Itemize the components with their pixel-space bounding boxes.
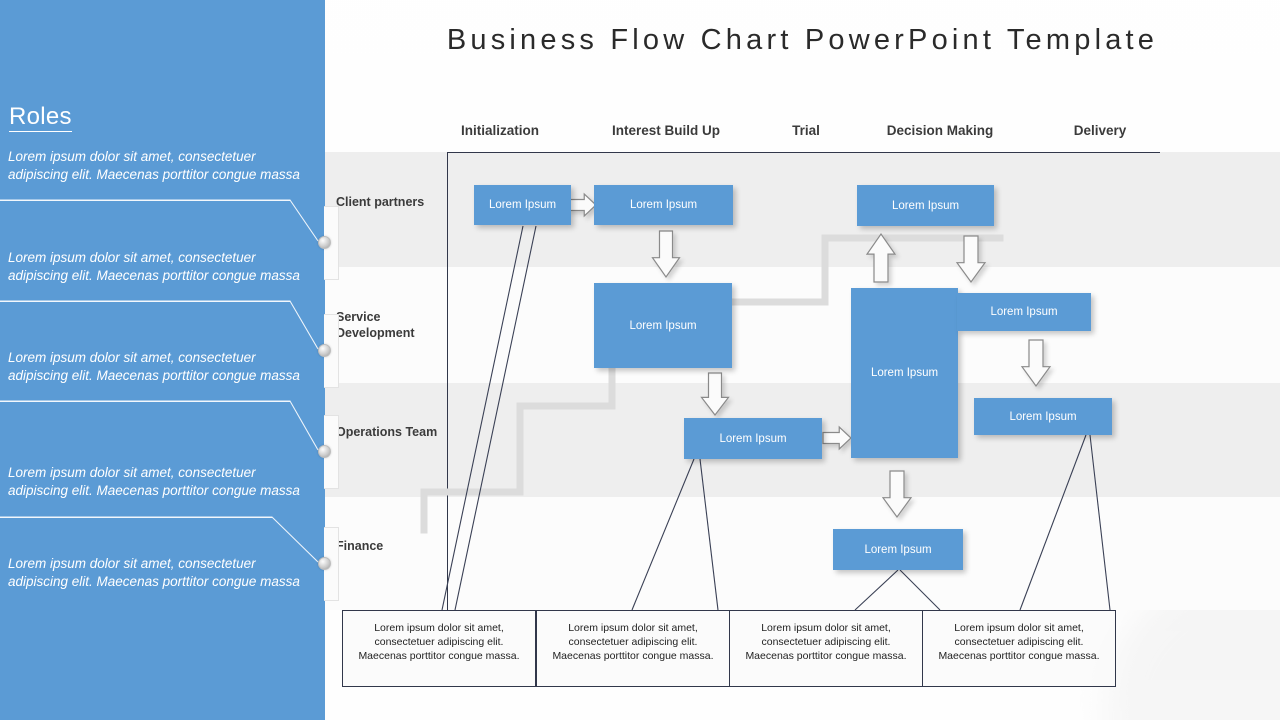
roles-callout-connectors	[0, 199, 319, 563]
process-box[interactable]: Lorem Ipsum	[851, 288, 958, 458]
process-box[interactable]: Lorem Ipsum	[957, 293, 1091, 331]
block-arrow-down	[700, 372, 730, 416]
process-box-label: Lorem Ipsum	[719, 432, 787, 445]
process-box[interactable]: Lorem Ipsum	[684, 418, 822, 459]
caption-box: Lorem ipsum dolor sit amet, consectetuer…	[342, 610, 536, 687]
callout-dot[interactable]	[318, 344, 331, 357]
process-box[interactable]: Lorem Ipsum	[594, 185, 733, 225]
caption-box: Lorem ipsum dolor sit amet, consectetuer…	[922, 610, 1116, 687]
process-box-label: Lorem Ipsum	[864, 543, 932, 556]
process-box[interactable]: Lorem Ipsum	[833, 529, 963, 570]
caption-text: Lorem ipsum dolor sit amet, consectetuer…	[552, 622, 714, 662]
block-arrow-down	[881, 470, 913, 519]
process-box[interactable]: Lorem Ipsum	[974, 398, 1112, 435]
caption-text: Lorem ipsum dolor sit amet, consectetuer…	[358, 622, 520, 662]
process-box-label: Lorem Ipsum	[990, 306, 1058, 318]
process-box[interactable]: Lorem Ipsum	[594, 283, 732, 368]
callout-dot[interactable]	[318, 445, 331, 458]
process-box-label: Lorem Ipsum	[629, 319, 697, 332]
process-box[interactable]: Lorem Ipsum	[474, 185, 571, 225]
caption-box: Lorem ipsum dolor sit amet, consectetuer…	[729, 610, 923, 687]
block-arrow-right	[567, 192, 597, 218]
process-box-label: Lorem Ipsum	[870, 367, 939, 379]
elbow-connector-service-to-finance	[420, 364, 616, 534]
block-arrow-down	[1020, 339, 1052, 388]
process-box-label: Lorem Ipsum	[488, 199, 557, 211]
process-box-label: Lorem Ipsum	[891, 199, 960, 212]
block-arrow-down	[955, 235, 987, 284]
callout-dot[interactable]	[318, 557, 331, 570]
caption-box: Lorem ipsum dolor sit amet, consectetuer…	[536, 610, 730, 687]
caption-text: Lorem ipsum dolor sit amet, consectetuer…	[745, 622, 907, 662]
caption-text: Lorem ipsum dolor sit amet, consectetuer…	[938, 622, 1100, 662]
slide-canvas: Business Flow Chart PowerPoint Template …	[0, 0, 1280, 720]
callout-dot[interactable]	[318, 236, 331, 249]
process-box-label: Lorem Ipsum	[1009, 410, 1077, 423]
process-box-label: Lorem Ipsum	[629, 199, 698, 211]
block-arrow-right	[822, 425, 852, 451]
block-arrow-down	[651, 230, 681, 279]
process-box[interactable]: Lorem Ipsum	[857, 185, 994, 226]
